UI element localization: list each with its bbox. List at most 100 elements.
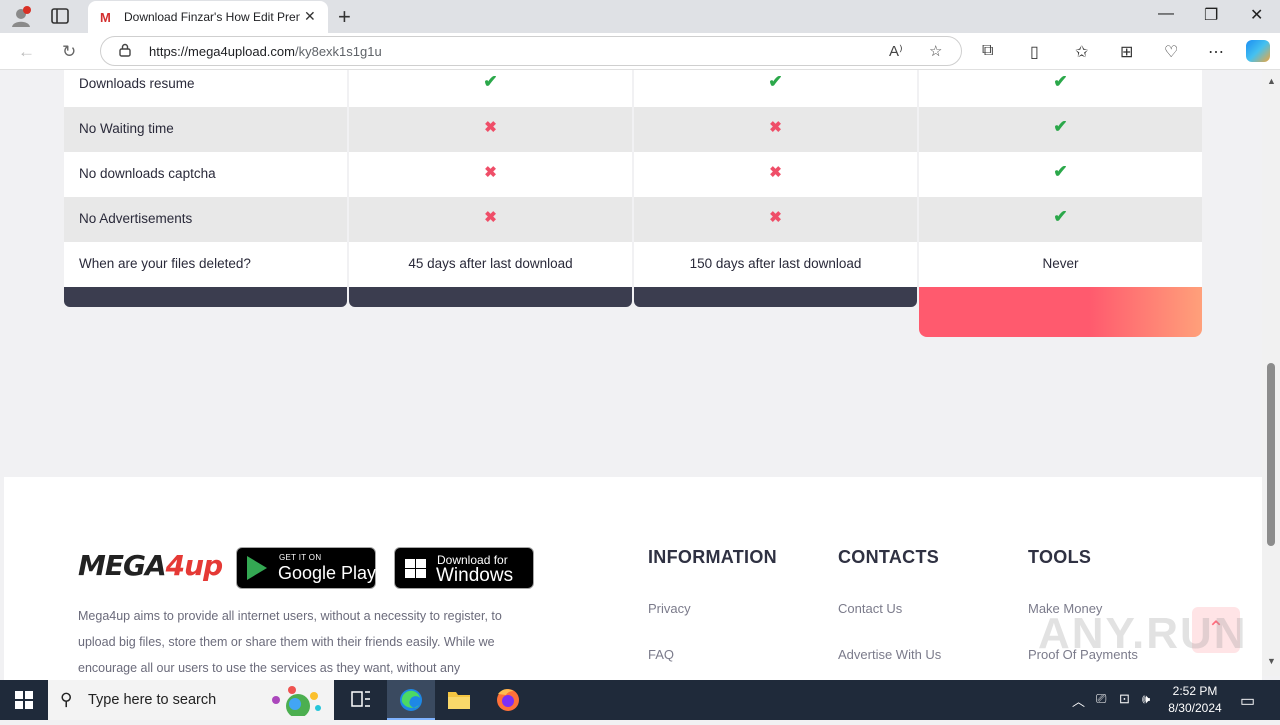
back-icon[interactable]: ← bbox=[18, 42, 35, 62]
feature-label: No Waiting time bbox=[79, 121, 174, 136]
close-tab-icon[interactable]: ✕ bbox=[304, 8, 316, 25]
close-window-icon[interactable]: ✕ bbox=[1250, 5, 1263, 25]
plan-cell: ✖ bbox=[349, 197, 632, 242]
google-play-button[interactable]: GET IT ON Google Play bbox=[236, 547, 376, 589]
favorite-star-icon[interactable]: ☆ bbox=[929, 42, 942, 60]
tools-heading: TOOLS bbox=[1028, 547, 1092, 567]
retention-value: 150 days after last download bbox=[689, 256, 862, 271]
tab-actions-icon[interactable] bbox=[50, 7, 70, 25]
site-footer: MEGA4up GET IT ON Google Play Download f… bbox=[4, 477, 1262, 680]
table-row: When are your files deleted? 45 days aft… bbox=[64, 242, 1202, 287]
split-screen-icon[interactable]: ▯ bbox=[1030, 42, 1039, 62]
volume-icon[interactable]: 🕪 bbox=[1142, 691, 1150, 707]
plan-cell: 150 days after last download bbox=[634, 242, 917, 287]
new-tab-icon[interactable]: + bbox=[338, 4, 351, 30]
browser-essentials-icon[interactable]: ♡ bbox=[1164, 42, 1178, 62]
edge-browser-icon[interactable] bbox=[387, 680, 435, 720]
restore-icon[interactable]: ❐ bbox=[1204, 5, 1218, 25]
task-view-icon[interactable] bbox=[336, 680, 384, 720]
logo-text: MEGA bbox=[78, 549, 167, 582]
scrollbar-thumb[interactable] bbox=[1267, 363, 1275, 546]
notifications-icon[interactable]: ▭ bbox=[1240, 691, 1255, 711]
about-text: Mega4up aims to provide all internet use… bbox=[78, 609, 502, 675]
check-icon: ✔ bbox=[1053, 162, 1068, 181]
feature-cell: Downloads resume bbox=[64, 70, 347, 107]
copilot-icon[interactable] bbox=[1246, 40, 1270, 62]
clock-date: 8/30/2024 bbox=[1168, 701, 1222, 715]
feature-cell: No downloads captcha bbox=[64, 152, 347, 197]
google-play-small-text: GET IT ON bbox=[279, 553, 322, 562]
plan-cell: ✔ bbox=[919, 197, 1202, 242]
table-row: No Advertisements ✖ ✖ ✔ bbox=[64, 197, 1202, 242]
taskbar-search-box[interactable]: ⚲ Type here to search bbox=[48, 680, 334, 720]
site-logo[interactable]: MEGA4up bbox=[78, 549, 223, 585]
plan-cell: 45 days after last download bbox=[349, 242, 632, 287]
url-path: /ky8exk1s1g1u bbox=[294, 44, 382, 59]
collections-icon[interactable]: ⊞ bbox=[1120, 42, 1133, 62]
table-row: Downloads resume ✔ ✔ ✔ bbox=[64, 70, 1202, 107]
windows-start-icon[interactable] bbox=[15, 691, 33, 709]
active-tab[interactable]: M Download Finzar's How Edit Pren ✕ bbox=[88, 1, 328, 33]
search-placeholder: Type here to search bbox=[88, 692, 217, 708]
privacy-link[interactable]: Privacy bbox=[648, 601, 691, 616]
notification-dot bbox=[23, 6, 31, 14]
contact-us-link[interactable]: Contact Us bbox=[838, 601, 902, 616]
plan-cell: ✖ bbox=[349, 152, 632, 197]
windows-logo-icon bbox=[405, 559, 427, 579]
cross-icon: ✖ bbox=[769, 209, 782, 226]
retention-value: Never bbox=[1042, 256, 1079, 271]
page-viewport: Downloads resume ✔ ✔ ✔ No Waiting time ✖… bbox=[0, 70, 1280, 680]
lock-icon[interactable] bbox=[119, 43, 131, 57]
cross-icon: ✖ bbox=[484, 164, 497, 181]
more-icon[interactable]: ⋯ bbox=[1208, 42, 1224, 62]
firefox-icon[interactable] bbox=[484, 680, 532, 720]
network-icon[interactable]: ⊡ bbox=[1119, 691, 1130, 707]
advertise-link[interactable]: Advertise With Us bbox=[838, 647, 941, 662]
check-icon: ✔ bbox=[483, 72, 498, 91]
contacts-heading: CONTACTS bbox=[838, 547, 940, 567]
table-row: No downloads captcha ✖ ✖ ✔ bbox=[64, 152, 1202, 197]
scroll-down-icon[interactable]: ▼ bbox=[1267, 656, 1276, 666]
search-icon: ⚲ bbox=[60, 690, 73, 709]
address-bar[interactable]: https://mega4upload.com/ky8exk1s1g1u A⁾ … bbox=[100, 36, 962, 66]
plan-footer-free bbox=[349, 287, 632, 307]
retention-value: 45 days after last download bbox=[408, 256, 573, 271]
table-row: No Waiting time ✖ ✖ ✔ bbox=[64, 107, 1202, 152]
url-host: https://mega4upload.com bbox=[149, 44, 295, 59]
plan-cell: ✔ bbox=[919, 152, 1202, 197]
feature-label: When are your files deleted? bbox=[79, 256, 251, 271]
tab-strip: M Download Finzar's How Edit Pren ✕ + — … bbox=[0, 0, 1280, 33]
clock-time: 2:52 PM bbox=[1172, 684, 1218, 698]
cross-icon: ✖ bbox=[484, 119, 497, 136]
feature-label: No downloads captcha bbox=[79, 166, 216, 181]
url-text[interactable]: https://mega4upload.com/ky8exk1s1g1u bbox=[149, 44, 382, 59]
favorites-icon[interactable]: ✩ bbox=[1075, 42, 1088, 62]
system-clock[interactable]: 2:52 PM 8/30/2024 bbox=[1162, 683, 1228, 717]
feature-cell: When are your files deleted? bbox=[64, 242, 347, 287]
profile-icon[interactable] bbox=[10, 6, 32, 28]
scroll-up-icon[interactable]: ▲ bbox=[1267, 76, 1276, 86]
meet-now-icon[interactable]: ⎚ bbox=[1096, 691, 1106, 707]
check-icon: ✔ bbox=[1053, 72, 1068, 91]
file-explorer-icon[interactable] bbox=[435, 680, 483, 720]
windows-download-button[interactable]: Download for Windows bbox=[394, 547, 534, 589]
address-toolbar: ← ↻ https://mega4upload.com/ky8exk1s1g1u… bbox=[0, 33, 1280, 70]
check-icon: ✔ bbox=[1053, 207, 1068, 226]
logo-accent-text: 4up bbox=[165, 549, 223, 582]
google-play-big-text: Google Play bbox=[278, 563, 377, 583]
plan-cell: Never bbox=[919, 242, 1202, 287]
page-scrollbar[interactable]: ▲ ▼ bbox=[1262, 70, 1280, 676]
refresh-icon[interactable]: ↻ bbox=[62, 42, 76, 62]
windows-big-text: Windows bbox=[436, 565, 514, 586]
google-play-icon bbox=[247, 556, 267, 580]
show-hidden-icons-icon[interactable]: ︿ bbox=[1072, 691, 1085, 710]
plan-footer-premium[interactable] bbox=[919, 287, 1202, 337]
plan-cell: ✖ bbox=[634, 197, 917, 242]
minimize-icon[interactable]: — bbox=[1158, 5, 1174, 23]
faq-link[interactable]: FAQ bbox=[648, 647, 674, 662]
extensions-icon[interactable]: ⧉ bbox=[982, 42, 993, 60]
plan-cell: ✖ bbox=[634, 107, 917, 152]
read-aloud-icon[interactable]: A⁾ bbox=[889, 42, 903, 60]
tab-title: Download Finzar's How Edit Pren bbox=[124, 10, 300, 24]
plan-cell: ✔ bbox=[634, 70, 917, 107]
